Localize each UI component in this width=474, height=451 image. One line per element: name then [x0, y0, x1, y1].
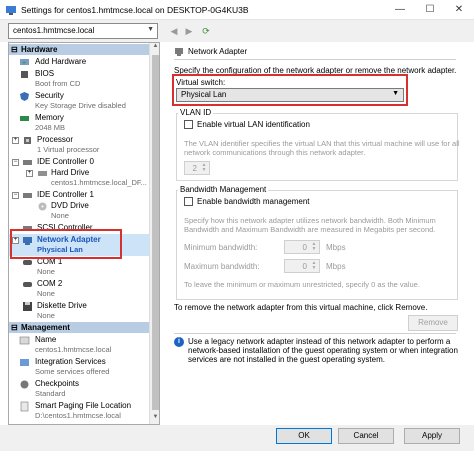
spinner-icon[interactable]: ▲ ▼	[310, 261, 318, 271]
forward-arrow-icon[interactable]: ▶	[182, 24, 196, 38]
close-button[interactable]: ✕	[444, 0, 474, 20]
tree-item-memory[interactable]: Memory 2048 MB	[9, 112, 149, 134]
remove-button[interactable]: Remove	[408, 315, 458, 331]
dvd-drive-icon	[38, 202, 47, 211]
serial-port-icon	[23, 282, 32, 287]
settings-app-icon	[6, 6, 16, 15]
bandwidth-checkbox-label: Enable bandwidth management	[197, 197, 310, 206]
info-text-1: Use a legacy network adapter instead of …	[188, 337, 451, 346]
highlight-virtual-switch	[172, 74, 408, 106]
apply-button[interactable]: Apply	[404, 428, 460, 444]
tree-item-com2[interactable]: COM 2 None	[9, 278, 149, 300]
collapse-icon: ⊟	[11, 323, 18, 332]
integration-services-icon	[20, 359, 29, 366]
max-bandwidth-unit: Mbps	[326, 262, 346, 271]
info-icon: i	[174, 337, 184, 347]
chevron-down-icon: ▼	[147, 26, 154, 33]
tree-item-checkpoints[interactable]: Checkpoints Standard	[9, 378, 149, 400]
tree-item-bios[interactable]: BIOS Boot from CD	[9, 68, 149, 90]
scrollbar-thumb[interactable]	[152, 55, 159, 410]
min-bandwidth-unit: Mbps	[326, 243, 346, 252]
collapse-icon[interactable]: −	[12, 159, 19, 166]
tree-item-integration-services[interactable]: Integration Services Some services offer…	[9, 356, 149, 378]
vm-selector-value: centos1.hmtmcse.local	[13, 26, 95, 35]
network-adapter-panel: Network Adapter Specify the configuratio…	[166, 42, 466, 425]
diskette-icon	[23, 302, 32, 311]
min-bandwidth-label: Minimum bandwidth:	[184, 243, 258, 252]
scroll-down-icon[interactable]: ▼	[150, 414, 159, 424]
info-text-3: services are not installed in the guest …	[188, 355, 385, 364]
scroll-up-icon[interactable]: ▲	[150, 43, 159, 53]
checkpoint-icon	[20, 380, 29, 389]
ok-button[interactable]: OK	[276, 428, 332, 444]
tree-item-name[interactable]: Name centos1.hmtmcse.local	[9, 334, 149, 356]
expand-icon[interactable]: +	[12, 137, 19, 144]
memory-icon	[20, 116, 29, 121]
bandwidth-desc-2: Bandwidth and Maximum Bandwidth are meas…	[184, 225, 436, 234]
back-arrow-icon[interactable]: ◀	[167, 24, 181, 38]
toolbar: centos1.hmtmcse.local ▼ ◀ ▶ ⟳	[0, 20, 474, 42]
network-adapter-icon	[175, 48, 183, 56]
vlan-desc-1: The VLAN identifier specifies the virtua…	[184, 139, 460, 148]
spinner-icon[interactable]: ▲ ▼	[200, 163, 208, 173]
maximize-button[interactable]: ☐	[415, 0, 445, 20]
vlan-id-input[interactable]: 2 ▲ ▼	[184, 161, 210, 175]
collapse-icon: ⊟	[11, 45, 18, 54]
vlan-group-title: VLAN ID	[178, 108, 214, 117]
bios-chip-icon	[21, 71, 28, 78]
min-bandwidth-input[interactable]: 0 ▲ ▼	[284, 240, 320, 254]
vlan-checkbox-label: Enable virtual LAN identification	[197, 120, 310, 129]
vlan-id-value: 2	[192, 164, 197, 173]
tree-item-hard-drive[interactable]: + Hard Drive centos1.hmtmcse.local_DF...	[9, 167, 149, 189]
max-bandwidth-input[interactable]: 0 ▲ ▼	[284, 259, 320, 273]
shield-icon	[20, 92, 29, 101]
cancel-button[interactable]: Cancel	[338, 428, 394, 444]
bandwidth-checkbox[interactable]	[184, 197, 193, 206]
collapse-icon[interactable]: −	[12, 192, 19, 199]
tree-item-com1[interactable]: COM 1 None	[9, 256, 149, 278]
header-divider	[174, 59, 456, 60]
info-divider	[174, 333, 456, 334]
bandwidth-desc-1: Specify how this network adapter utilize…	[184, 216, 436, 225]
minimize-button[interactable]: —	[385, 0, 415, 20]
hard-drive-icon	[38, 171, 47, 176]
section-header-hardware[interactable]: ⊟ Hardware	[9, 44, 149, 55]
window-title: Settings for centos1.hmtmcse.local on DE…	[21, 5, 249, 15]
vlan-desc-2: network communications through this netw…	[184, 148, 366, 157]
processor-icon	[24, 137, 31, 144]
remove-instruction: To remove the network adapter from this …	[174, 303, 428, 312]
dialog-buttons: OK Cancel Apply	[0, 425, 474, 451]
tree-item-diskette-drive[interactable]: Diskette Drive None	[9, 300, 149, 322]
svg-text:+: +	[22, 60, 26, 67]
max-bandwidth-value: 0	[302, 262, 307, 271]
bandwidth-group-title: Bandwidth Management	[178, 185, 269, 194]
tree-scrollbar[interactable]: ▲ ▼	[149, 43, 159, 424]
refresh-icon[interactable]: ⟳	[199, 24, 213, 38]
bandwidth-hint: To leave the minimum or maximum unrestri…	[184, 280, 420, 289]
title-bar: Settings for centos1.hmtmcse.local on DE…	[0, 0, 474, 20]
settings-tree: ⊟ Hardware + Add Hardware BIOS Boot from…	[8, 42, 160, 425]
tree-item-smart-paging[interactable]: Smart Paging File Location D:\centos1.hm…	[9, 400, 149, 422]
section-header-management[interactable]: ⊟ Management	[9, 322, 149, 333]
min-bandwidth-value: 0	[302, 243, 307, 252]
info-text-2: network-based installation of the guest …	[188, 346, 458, 355]
spinner-icon[interactable]: ▲ ▼	[310, 242, 318, 252]
vlan-checkbox[interactable]	[184, 120, 193, 129]
add-hardware-icon: +	[20, 59, 29, 67]
tree-item-security[interactable]: Security Key Storage Drive disabled	[9, 90, 149, 112]
paging-file-icon	[20, 401, 29, 412]
max-bandwidth-label: Maximum bandwidth:	[184, 262, 260, 271]
tree-item-processor[interactable]: + Processor 1 Virtual processor	[9, 134, 149, 156]
name-tag-icon	[19, 336, 30, 345]
tree-item-dvd-drive[interactable]: DVD Drive None	[9, 200, 149, 222]
highlight-network-adapter	[10, 229, 122, 259]
expand-icon[interactable]: +	[26, 170, 33, 177]
vm-selector[interactable]: centos1.hmtmcse.local ▼	[8, 23, 158, 39]
